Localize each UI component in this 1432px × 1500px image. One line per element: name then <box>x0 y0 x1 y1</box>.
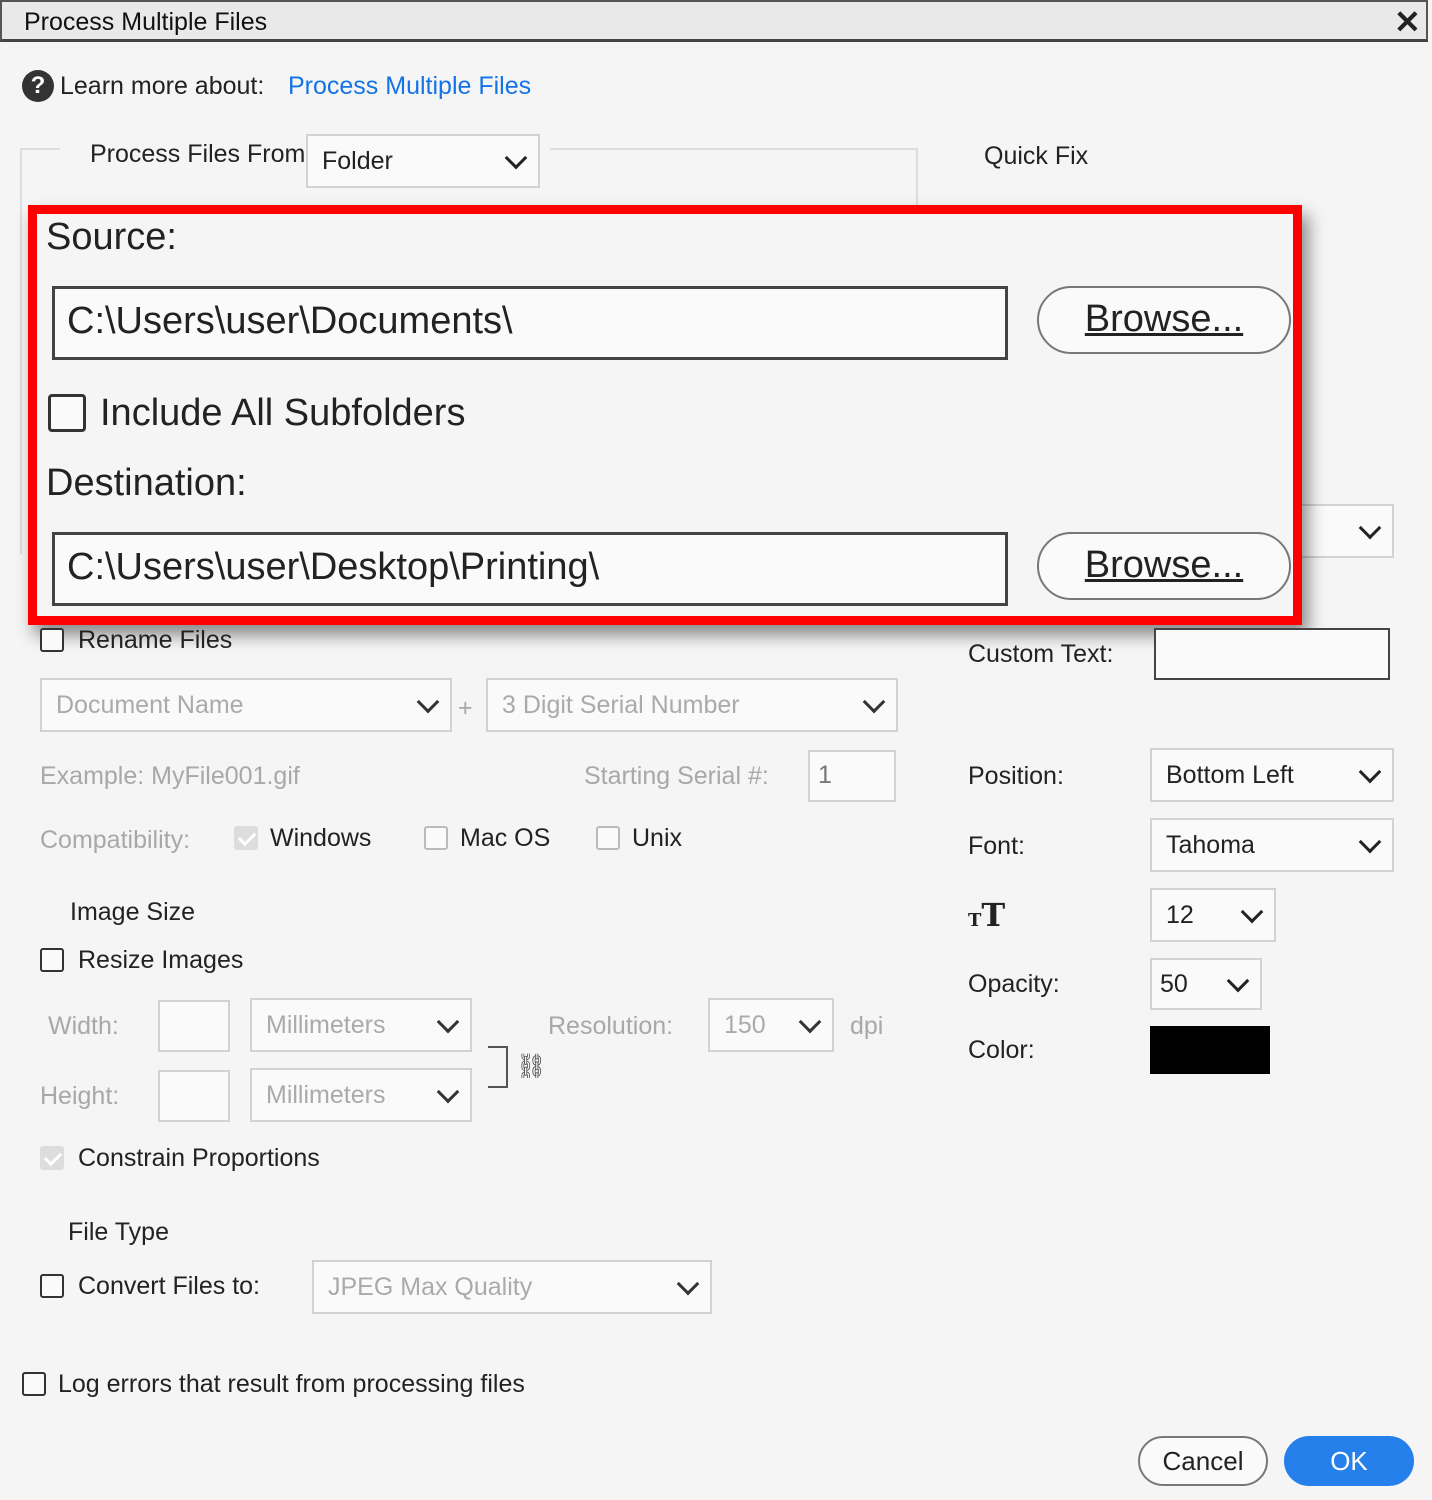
include-subfolders-checkbox[interactable] <box>48 394 86 432</box>
file-type-heading: File Type <box>68 1218 169 1246</box>
rename-serial-select[interactable]: 3 Digit Serial Number <box>486 678 898 732</box>
log-errors-checkbox[interactable] <box>22 1372 46 1396</box>
rename-name-value: Document Name <box>56 690 244 719</box>
cancel-button[interactable]: Cancel <box>1138 1436 1268 1486</box>
resolution-label: Resolution: <box>548 1012 674 1040</box>
browse-label: Browse... <box>1084 298 1244 340</box>
browse-label: Browse... <box>1084 544 1244 586</box>
chevron-down-icon <box>1226 969 1250 993</box>
position-value: Bottom Left <box>1166 760 1294 789</box>
resize-images-label: Resize Images <box>78 946 244 974</box>
starting-serial-input[interactable]: 1 <box>808 750 896 802</box>
chevron-down-icon <box>862 690 886 714</box>
macos-label: Mac OS <box>460 824 551 852</box>
chevron-down-icon <box>504 146 528 170</box>
log-errors-label: Log errors that result from processing f… <box>58 1370 525 1398</box>
compatibility-label: Compatibility: <box>40 826 191 854</box>
constrain-proportions-checkbox[interactable] <box>40 1146 64 1170</box>
plus-sign: + <box>458 694 473 722</box>
rename-name-select[interactable]: Document Name <box>40 678 452 732</box>
rename-serial-value: 3 Digit Serial Number <box>502 690 740 719</box>
resize-images-checkbox[interactable] <box>40 948 64 972</box>
destination-path-input[interactable]: C:\Users\user\Desktop\Printing\ <box>52 532 1008 606</box>
chevron-down-icon <box>676 1272 700 1296</box>
destination-browse-button[interactable]: Browse... <box>1037 532 1291 600</box>
watermark-type-select[interactable] <box>1300 504 1394 558</box>
windows-label: Windows <box>270 824 372 852</box>
help-link[interactable]: Process Multiple Files <box>288 72 531 101</box>
chevron-down-icon <box>1358 760 1382 784</box>
width-unit-value: Millimeters <box>266 1010 386 1039</box>
color-label: Color: <box>968 1036 1035 1064</box>
include-subfolders-label: Include All Subfolders <box>100 392 466 434</box>
unix-checkbox[interactable] <box>596 826 620 850</box>
close-icon[interactable]: ✕ <box>1394 4 1421 40</box>
height-unit-select[interactable]: Millimeters <box>250 1068 472 1122</box>
convert-files-checkbox[interactable] <box>40 1274 64 1298</box>
width-label: Width: <box>48 1012 119 1040</box>
color-swatch[interactable] <box>1150 1026 1270 1074</box>
custom-text-label: Custom Text: <box>968 640 1114 668</box>
convert-files-select[interactable]: JPEG Max Quality <box>312 1260 712 1314</box>
convert-files-value: JPEG Max Quality <box>328 1272 533 1301</box>
opacity-value: 50 <box>1160 969 1188 998</box>
resolution-select[interactable]: 150 <box>708 998 834 1052</box>
width-unit-select[interactable]: Millimeters <box>250 998 472 1052</box>
unix-label: Unix <box>632 824 683 852</box>
rename-files-label: Rename Files <box>78 626 233 654</box>
process-from-label: Process Files From: <box>90 140 313 168</box>
process-from-select[interactable]: Folder <box>306 134 540 188</box>
chevron-down-icon <box>416 690 440 714</box>
ok-button[interactable]: OK <box>1284 1436 1414 1486</box>
chevron-down-icon <box>436 1080 460 1104</box>
font-label: Font: <box>968 832 1025 860</box>
process-from-value: Folder <box>322 146 393 175</box>
image-size-heading: Image Size <box>70 898 196 926</box>
opacity-label: Opacity: <box>968 970 1060 998</box>
width-input[interactable] <box>158 1000 230 1052</box>
starting-serial-label: Starting Serial #: <box>584 762 769 790</box>
macos-checkbox[interactable] <box>424 826 448 850</box>
font-size-value: 12 <box>1166 900 1194 929</box>
chevron-down-icon <box>1240 900 1264 924</box>
height-input[interactable] <box>158 1070 230 1122</box>
convert-files-label: Convert Files to: <box>78 1272 261 1300</box>
windows-checkbox[interactable] <box>234 826 258 850</box>
rename-example: Example: MyFile001.gif <box>40 762 300 790</box>
height-unit-value: Millimeters <box>266 1080 386 1109</box>
chevron-down-icon <box>1358 516 1382 540</box>
destination-label: Destination: <box>46 462 247 504</box>
custom-text-input[interactable] <box>1154 628 1390 680</box>
chevron-down-icon <box>1358 830 1382 854</box>
window-title: Process Multiple Files <box>24 8 268 36</box>
learn-more-label: Learn more about: <box>60 72 265 100</box>
chevron-down-icon <box>436 1010 460 1034</box>
source-label: Source: <box>46 216 177 258</box>
help-icon: ? <box>22 70 54 102</box>
source-path-input[interactable]: C:\Users\user\Documents\ <box>52 286 1008 360</box>
chevron-down-icon <box>798 1010 822 1034</box>
font-select[interactable]: Tahoma <box>1150 818 1394 872</box>
position-select[interactable]: Bottom Left <box>1150 748 1394 802</box>
chain-link-icon[interactable]: ⛓ <box>516 1052 546 1081</box>
resolution-value: 150 <box>724 1010 766 1039</box>
link-bracket <box>488 1046 508 1088</box>
quick-fix-heading: Quick Fix <box>984 142 1089 170</box>
height-label: Height: <box>40 1082 120 1110</box>
source-browse-button[interactable]: Browse... <box>1037 286 1291 354</box>
opacity-select[interactable]: 50 <box>1150 958 1262 1010</box>
dpi-label: dpi <box>850 1012 884 1040</box>
rename-files-checkbox[interactable] <box>40 628 64 652</box>
font-size-select[interactable]: 12 <box>1150 888 1276 942</box>
font-size-icon: TT <box>968 896 1006 934</box>
position-label: Position: <box>968 762 1064 790</box>
font-value: Tahoma <box>1166 830 1255 859</box>
constrain-proportions-label: Constrain Proportions <box>78 1144 320 1172</box>
